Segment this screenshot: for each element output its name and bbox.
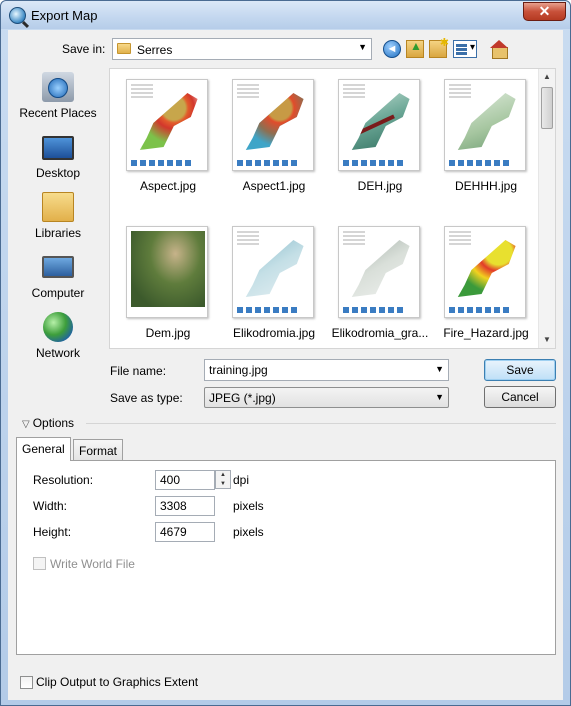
place-desktop[interactable]: Desktop <box>10 128 106 188</box>
chevron-down-icon: ▼ <box>358 42 367 52</box>
write-world-file-checkbox[interactable] <box>33 557 46 570</box>
save-as-type-value: JPEG (*.jpg) <box>209 391 276 405</box>
file-item[interactable]: Elikodromia_gra... <box>328 220 432 348</box>
save-as-type-select[interactable]: JPEG (*.jpg) ▼ <box>204 387 449 408</box>
height-input[interactable]: 4679 <box>155 522 215 542</box>
file-list[interactable]: Aspect.jpg Aspect1.jpg DEH.jpg DEHHH.jpg… <box>109 68 556 349</box>
file-name: Fire_Hazard.jpg <box>443 326 529 340</box>
back-arrow-icon[interactable]: ◄ <box>383 40 401 58</box>
file-item[interactable]: DEH.jpg <box>328 73 432 203</box>
file-item[interactable]: Fire_Hazard.jpg <box>434 220 538 348</box>
file-item[interactable]: Aspect.jpg <box>116 73 220 203</box>
chevron-down-icon[interactable]: ▼ <box>435 364 444 374</box>
network-icon <box>43 312 73 342</box>
options-divider <box>16 423 556 424</box>
map-thumbnail <box>444 226 526 318</box>
place-label: Desktop <box>35 166 81 180</box>
map-thumbnail <box>444 79 526 171</box>
scrollbar-thumb[interactable] <box>541 87 553 129</box>
scroll-down-icon[interactable]: ▼ <box>539 332 555 348</box>
window-title: Export Map <box>31 8 98 23</box>
file-name: Aspect1.jpg <box>242 179 306 193</box>
width-input[interactable]: 3308 <box>155 496 215 516</box>
width-unit: pixels <box>233 499 264 513</box>
map-thumbnail <box>232 79 314 171</box>
file-name: Elikodromia_gra... <box>331 326 429 340</box>
save-as-type-label: Save as type: <box>110 391 183 405</box>
map-thumbnail <box>338 226 420 318</box>
clip-output-label: Clip Output to Graphics Extent <box>36 675 199 689</box>
recent-places-icon <box>42 72 74 102</box>
width-label: Width: <box>33 499 68 513</box>
dialog-body: Save in: Serres ▼ ◄ Recent Places Deskto… <box>8 30 563 700</box>
file-name: DEH.jpg <box>357 179 403 193</box>
tab-format[interactable]: Format <box>73 439 124 461</box>
resolution-input[interactable]: 400 <box>155 470 215 490</box>
file-name: Aspect.jpg <box>139 179 197 193</box>
chevron-down-icon: ▼ <box>435 392 444 402</box>
map-thumbnail <box>126 79 208 171</box>
computer-icon <box>42 256 74 278</box>
save-button[interactable]: Save <box>484 359 556 381</box>
file-item[interactable]: DEHHH.jpg <box>434 73 538 203</box>
place-label: Network <box>35 346 80 360</box>
close-button[interactable]: ✕ <box>523 2 566 21</box>
home-icon[interactable] <box>490 40 508 59</box>
place-libraries[interactable]: Libraries <box>10 188 106 248</box>
save-in-label: Save in: <box>62 42 106 56</box>
file-name: Elikodromia.jpg <box>232 326 316 340</box>
save-in-dropdown[interactable]: Serres ▼ <box>112 38 372 60</box>
place-network[interactable]: Network <box>10 308 106 368</box>
height-label: Height: <box>33 525 72 539</box>
resolution-unit: dpi <box>233 473 250 487</box>
scroll-up-icon[interactable]: ▲ <box>539 69 555 85</box>
map-thumbnail <box>232 226 314 318</box>
folder-icon <box>117 43 131 54</box>
spin-down-icon[interactable]: ▼ <box>216 480 230 489</box>
export-map-dialog: Export Map ✕ Save in: Serres ▼ ◄ Recent … <box>0 0 571 706</box>
title-bar: Export Map ✕ <box>1 1 570 29</box>
cancel-button[interactable]: Cancel <box>484 386 556 408</box>
file-name-value: training.jpg <box>209 363 268 377</box>
file-item[interactable]: Aspect1.jpg <box>222 73 326 203</box>
resolution-label: Resolution: <box>33 473 94 487</box>
libraries-icon <box>42 192 74 222</box>
place-label: Computer <box>31 286 85 300</box>
views-icon[interactable] <box>453 40 477 58</box>
clip-output-checkbox[interactable] <box>20 676 33 689</box>
spin-up-icon[interactable]: ▲ <box>216 471 230 480</box>
desktop-icon <box>42 136 74 160</box>
options-label: Options <box>32 416 75 430</box>
up-folder-icon[interactable] <box>406 39 424 58</box>
resolution-spinner[interactable]: ▲ ▼ <box>215 470 231 489</box>
map-thumbnail <box>126 226 208 318</box>
general-tab-panel: Resolution: 400 ▲ ▼ dpi Width: 3308 pixe… <box>16 460 556 655</box>
write-world-file-label: Write World File <box>50 557 135 571</box>
map-thumbnail <box>338 79 420 171</box>
tab-general[interactable]: General <box>16 437 71 461</box>
new-folder-icon[interactable] <box>429 36 449 58</box>
places-bar: Recent Places Desktop Libraries Computer… <box>10 68 106 368</box>
file-item[interactable]: Elikodromia.jpg <box>222 220 326 348</box>
magnifier-app-icon <box>9 7 26 24</box>
file-item[interactable]: Dem.jpg <box>116 220 220 348</box>
file-name: DEHHH.jpg <box>454 179 517 193</box>
file-name: Dem.jpg <box>145 326 191 340</box>
vertical-scrollbar[interactable]: ▲ ▼ <box>538 69 555 348</box>
file-name-label: File name: <box>110 364 167 378</box>
place-computer[interactable]: Computer <box>10 248 106 308</box>
place-label: Libraries <box>34 226 82 240</box>
file-name-input[interactable]: training.jpg ▼ <box>204 359 449 381</box>
save-in-value: Serres <box>137 43 173 57</box>
place-label: Recent Places <box>19 106 97 120</box>
height-unit: pixels <box>233 525 264 539</box>
chevron-down-icon: ▽ <box>22 419 30 430</box>
place-recent-places[interactable]: Recent Places <box>10 68 106 128</box>
options-toggle[interactable]: ▽ Options <box>16 416 86 430</box>
